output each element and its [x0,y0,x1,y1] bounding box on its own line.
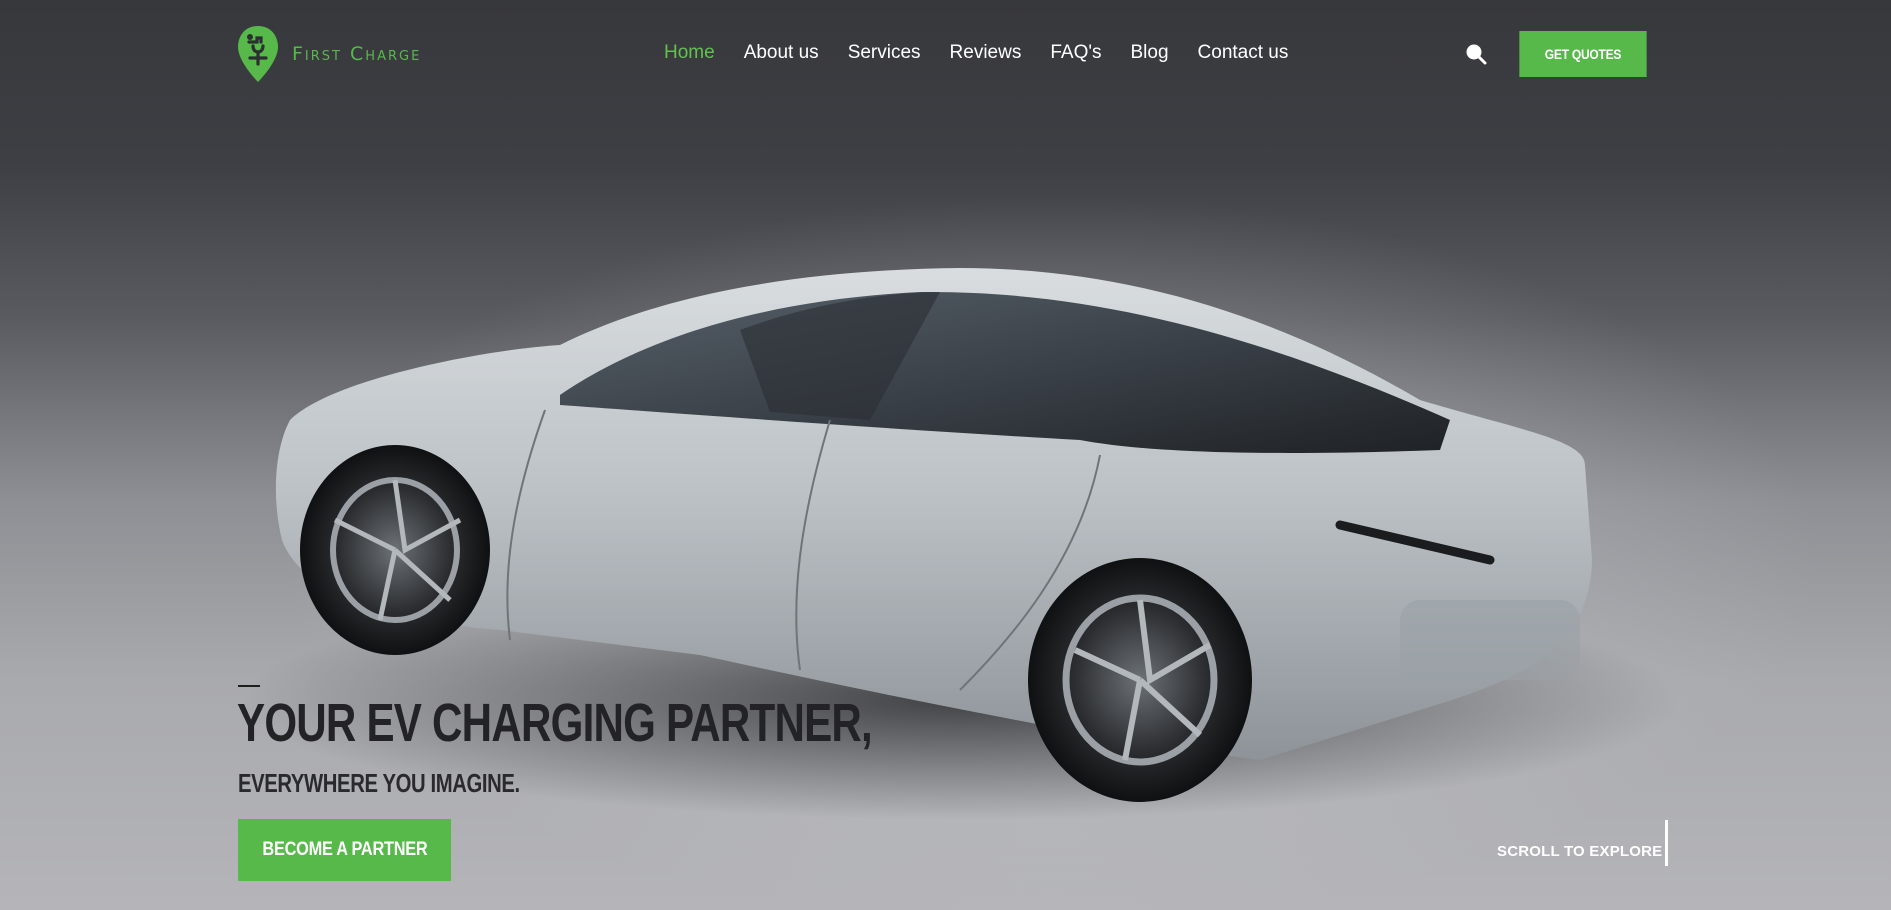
scroll-indicator-bar [1665,820,1668,866]
hero-headline: YOUR EV CHARGING PARTNER, [237,693,873,753]
brand-logo[interactable]: First Charge [236,24,421,84]
nav-about-us[interactable]: About us [744,42,819,64]
get-quotes-button[interactable]: GET QUOTES [1519,31,1647,77]
nav-faqs[interactable]: FAQ's [1050,42,1101,64]
hero-subheadline: EVERYWHERE YOU IMAGINE. [238,768,520,798]
become-partner-label: BECOME A PARTNER [261,839,428,860]
brand-name: First Charge [292,43,422,65]
hero-section: First Charge Home About us Services Revi… [0,0,1891,910]
logo-pin-icon [238,26,278,82]
nav-blog[interactable]: Blog [1131,42,1169,64]
nav-services[interactable]: Services [848,42,921,64]
scroll-to-explore[interactable]: SCROLL TO EXPLORE [1497,843,1662,860]
nav-home[interactable]: Home [664,42,715,64]
nav-contact-us[interactable]: Contact us [1198,42,1289,64]
search-icon[interactable] [1465,43,1487,65]
headline-divider [238,685,260,687]
main-nav: Home About us Services Reviews FAQ's Blo… [664,42,1317,64]
nav-reviews[interactable]: Reviews [950,42,1022,64]
become-partner-button[interactable]: BECOME A PARTNER [238,819,451,881]
